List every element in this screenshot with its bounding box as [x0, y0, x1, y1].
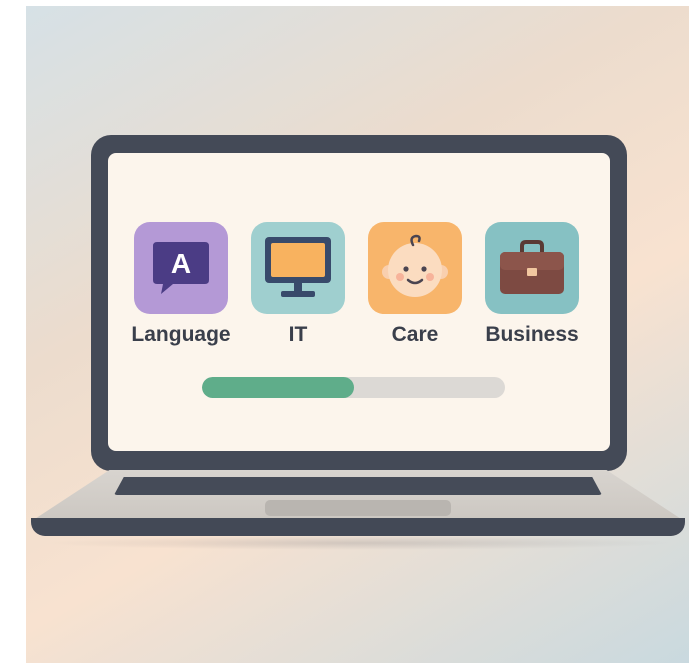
category-label-language: Language	[131, 323, 231, 346]
laptop-shadow	[41, 536, 677, 550]
progress-bar	[202, 377, 505, 398]
category-tile-care[interactable]	[368, 222, 462, 314]
laptop-trackpad	[265, 500, 451, 516]
progress-fill	[202, 377, 354, 398]
laptop-keyboard	[114, 477, 602, 495]
briefcase-icon	[500, 240, 564, 294]
category-label-business: Business	[485, 323, 579, 346]
category-label-it: IT	[288, 323, 308, 346]
laptop-base-rim	[31, 518, 685, 536]
category-label-care: Care	[391, 323, 439, 346]
category-tile-language[interactable]: A	[134, 222, 228, 314]
baby-face-icon	[382, 234, 448, 297]
category-tile-business[interactable]	[485, 222, 579, 314]
monitor-icon	[265, 237, 331, 297]
language-icon: A	[153, 242, 209, 294]
illustration-scene: A Language IT Care Business	[26, 6, 689, 663]
category-tile-it[interactable]	[251, 222, 345, 314]
language-glyph: A	[171, 248, 191, 279]
